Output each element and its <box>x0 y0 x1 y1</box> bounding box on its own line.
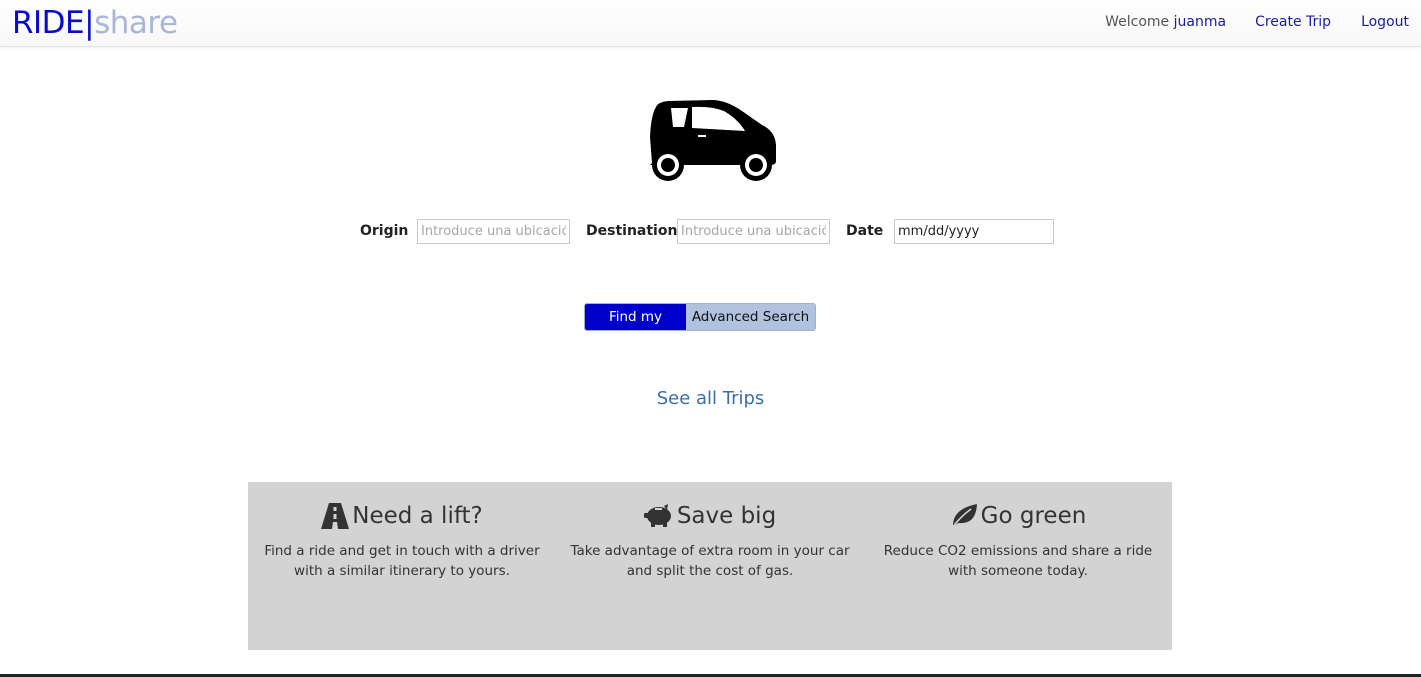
date-input[interactable] <box>894 219 1054 244</box>
username-link[interactable]: juanma <box>1174 14 1226 30</box>
feature-text: Find a ride and get in touch with a driv… <box>264 543 540 579</box>
feature-need-a-lift: Need a lift? Find a ride and get in touc… <box>248 482 556 581</box>
brand-share: share <box>94 5 178 41</box>
leaf-icon <box>951 504 977 529</box>
feature-save-big: Save big Take advantage of extra room in… <box>556 482 864 581</box>
feature-go-green: Go green Reduce CO2 emissions and share … <box>864 482 1172 581</box>
feature-title: Need a lift? <box>352 503 483 529</box>
welcome-prefix: Welcome <box>1105 14 1170 30</box>
road-icon <box>321 503 350 529</box>
origin-label: Origin <box>360 223 409 239</box>
create-trip-link[interactable]: Create Trip <box>1255 14 1331 30</box>
search-form: Origin Destination Date <box>0 218 1421 246</box>
logout-link[interactable]: Logout <box>1361 14 1409 30</box>
piggy-bank-icon <box>643 504 671 527</box>
see-all-trips: See all Trips <box>0 388 1421 409</box>
feature-title: Go green <box>980 503 1087 529</box>
feature-heading: Go green <box>864 500 1172 532</box>
car-icon <box>650 100 776 181</box>
brand-logo[interactable]: RIDE|share <box>12 3 178 43</box>
see-all-trips-link[interactable]: See all Trips <box>657 388 765 409</box>
feature-heading: Need a lift? <box>248 500 556 532</box>
destination-input[interactable] <box>677 219 830 244</box>
nav-links: Welcome juanma Create Trip Logout <box>1105 14 1409 30</box>
brand-separator: | <box>84 5 95 41</box>
advanced-search-button[interactable]: Advanced Search <box>686 304 815 330</box>
search-button-group: Find my ride Advanced Search <box>584 303 816 331</box>
feature-text: Reduce CO2 emissions and share a ride wi… <box>883 543 1153 579</box>
destination-label: Destination <box>586 223 678 239</box>
feature-heading: Save big <box>556 500 864 532</box>
feature-title: Save big <box>676 503 777 529</box>
find-my-ride-button[interactable]: Find my ride <box>585 304 686 330</box>
brand-ride: RIDE <box>12 5 85 41</box>
navbar: RIDE|share Welcome juanma Create Trip Lo… <box>0 0 1421 47</box>
date-label: Date <box>846 223 884 239</box>
origin-input[interactable] <box>417 219 570 244</box>
features-panel: Need a lift? Find a ride and get in touc… <box>248 482 1172 650</box>
welcome-text: Welcome juanma <box>1105 14 1226 30</box>
feature-text: Take advantage of extra room in your car… <box>570 543 850 579</box>
